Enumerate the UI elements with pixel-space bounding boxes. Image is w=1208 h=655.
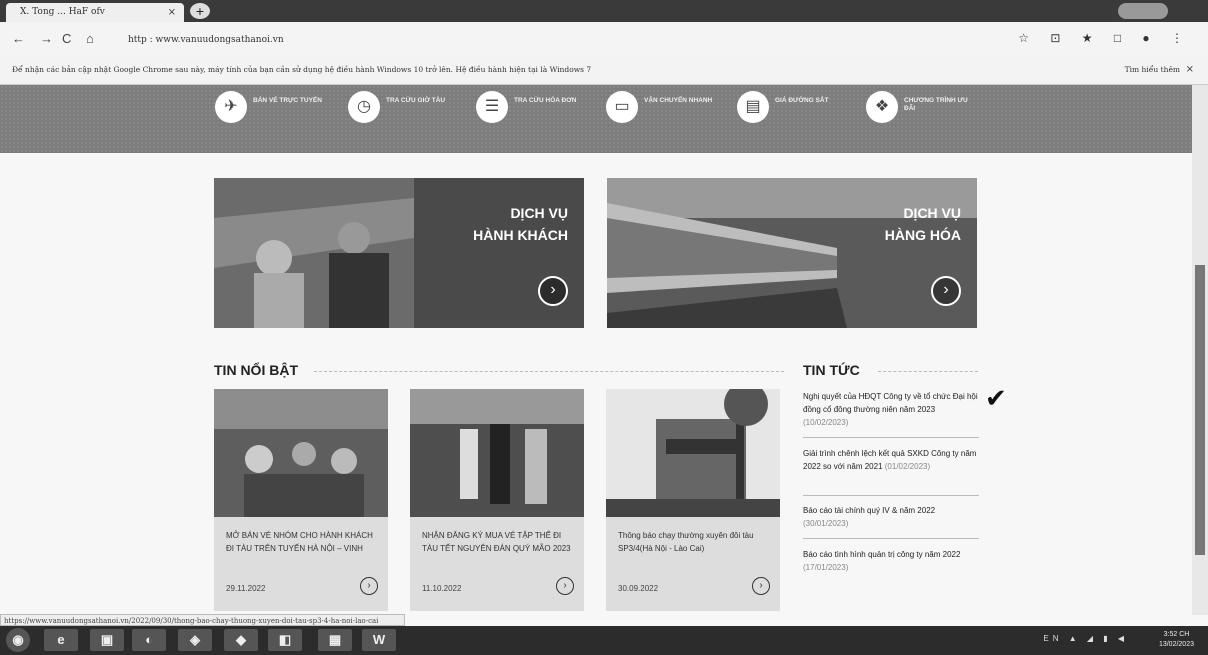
system-tray[interactable]: EN ▲ ◢ ▮ ◀ <box>1043 634 1128 643</box>
update-infobar: Để nhận các bản cập nhật Google Chrome s… <box>0 56 1208 85</box>
news-divider <box>803 437 979 438</box>
internet-explorer-icon[interactable]: e <box>44 629 78 651</box>
new-tab-button[interactable]: + <box>190 3 210 19</box>
news-section-title: TIN TỨC <box>803 362 860 378</box>
section-divider <box>878 371 978 373</box>
ticket-icon: ✈ <box>215 91 247 123</box>
tab-title: X. Tong ... HaF ofv <box>20 7 105 17</box>
hero-line1: DỊCH VỤ <box>510 205 568 221</box>
news-divider <box>803 495 979 496</box>
arrow-right-icon[interactable]: › <box>931 276 961 306</box>
featured-card-title[interactable]: NHẬN ĐĂNG KÝ MUA VÉ TẬP THỂ ĐI TÀU TẾT N… <box>422 529 572 555</box>
featured-card-date: 30.09.2022 <box>618 584 659 593</box>
word-icon[interactable]: W <box>362 629 396 651</box>
checkmark-annotation: ✔ <box>985 383 1007 413</box>
featured-card[interactable]: NHẬN ĐĂNG KÝ MUA VÉ TẬP THỂ ĐI TÀU TẾT N… <box>410 389 584 611</box>
hero-title: DỊCH VỤ HÀNG HÓA <box>885 202 961 246</box>
news-item-date: (01/02/2023) <box>884 462 931 471</box>
link-status-bar: https://www.vanuudongsathanoi.vn/2022/09… <box>0 614 405 626</box>
start-button-icon[interactable]: ◉ <box>6 628 30 652</box>
featured-card-date: 29.11.2022 <box>226 584 266 593</box>
app-icon[interactable]: ▦ <box>318 629 352 651</box>
service-menu: ✈ BÁN VÉ TRỰC TUYẾN ◷ TRA CỨU GIỜ TÀU ☰ … <box>0 85 1208 153</box>
page-scrollbar[interactable] <box>1192 85 1208 615</box>
browser-tab-bar: X. Tong ... HaF ofv × + <box>0 0 1208 22</box>
passenger-photo <box>214 178 584 328</box>
news-item-date: (17/01/2023) <box>803 563 849 572</box>
service-label: TRA CỨU GIỜ TÀU <box>386 97 446 104</box>
browser-tab[interactable]: X. Tong ... HaF ofv × <box>6 3 184 22</box>
chrome-icon[interactable]: ◧ <box>268 629 302 651</box>
service-label: VẬN CHUYỂN NHANH <box>644 97 713 104</box>
featured-card-title[interactable]: Thông báo chạy thường xuyên đôi tàu SP3/… <box>618 529 768 555</box>
hero-line1: DỊCH VỤ <box>903 205 961 221</box>
forward-icon[interactable]: → <box>40 31 53 46</box>
news-item[interactable]: Giải trình chênh lệch kết quả SXKD Công … <box>803 447 979 473</box>
app-icon[interactable]: ◆ <box>224 629 258 651</box>
news-item-date: (30/01/2023) <box>803 519 849 528</box>
featured-card-image <box>410 389 584 517</box>
arrow-right-icon[interactable]: › <box>556 577 574 595</box>
clock-icon: ◷ <box>348 91 380 123</box>
invoice-icon: ☰ <box>476 91 508 123</box>
windows-taskbar: ◉ e ▣ ◐ ◈ ◆ ◧ ▦ W EN ▲ ◢ ▮ ◀ 3:52 CH 13/… <box>0 626 1208 655</box>
hero-passenger-service[interactable]: DỊCH VỤ HÀNH KHÁCH › <box>214 178 584 328</box>
hero-line2: HÀNG HÓA <box>884 227 961 243</box>
featured-card-title[interactable]: MỞ BÁN VÉ NHÓM CHO HÀNH KHÁCH ĐI TÀU TRÊ… <box>226 529 376 555</box>
hero-line2: HÀNH KHÁCH <box>473 227 568 243</box>
news-item-date: (10/02/2023) <box>803 418 849 427</box>
featured-card[interactable]: MỞ BÁN VÉ NHÓM CHO HÀNH KHÁCH ĐI TÀU TRÊ… <box>214 389 388 611</box>
news-item[interactable]: Nghị quyết của HĐQT Công ty về tổ chức Đ… <box>803 390 979 429</box>
featured-card-image <box>606 389 780 517</box>
taskbar-clock[interactable]: 3:52 CH 13/02/2023 <box>1159 630 1194 650</box>
toolbar-icons[interactable]: ☆ ⊡ ★ □ ● ⋮ <box>1018 31 1192 45</box>
gift-icon: ❖ <box>866 91 898 123</box>
arrow-right-icon[interactable]: › <box>360 577 378 595</box>
hero-cargo-service[interactable]: DỊCH VỤ HÀNG HÓA › <box>607 178 977 328</box>
service-label: BÁN VÉ TRỰC TUYẾN <box>253 97 322 104</box>
news-item-text[interactable]: Nghị quyết của HĐQT Công ty về tổ chức Đ… <box>803 392 978 414</box>
featured-card-date: 11.10.2022 <box>422 584 462 593</box>
home-icon[interactable]: ⌂ <box>86 31 94 46</box>
truck-icon: ▭ <box>606 91 638 123</box>
clock-time: 3:52 CH <box>1163 631 1190 638</box>
infobar-message: Để nhận các bản cập nhật Google Chrome s… <box>12 65 592 74</box>
address-bar-row: ← → C ⌂ http : www.vanuudongsathanoi.vn … <box>0 22 1208 56</box>
section-divider <box>314 371 784 373</box>
tab-close-icon[interactable]: × <box>168 3 176 22</box>
url-field[interactable]: http : www.vanuudongsathanoi.vn <box>128 35 284 45</box>
price-icon: ▤ <box>737 91 769 123</box>
hero-title: DỊCH VỤ HÀNH KHÁCH <box>473 202 568 246</box>
news-item-text[interactable]: Báo cáo tài chính quý IV & năm 2022 <box>803 506 935 515</box>
app-icon[interactable]: ◐ <box>132 629 166 651</box>
profile-area[interactable] <box>1118 3 1168 19</box>
app-icon[interactable]: ◈ <box>178 629 212 651</box>
infobar-learn-more-link[interactable]: Tìm hiểu thêm <box>1125 56 1180 84</box>
news-divider <box>803 538 979 539</box>
scrollbar-thumb[interactable] <box>1195 265 1205 555</box>
infobar-close-icon[interactable]: × <box>1186 56 1194 84</box>
back-icon[interactable]: ← <box>12 31 25 46</box>
news-item[interactable]: Báo cáo tình hình quản trị công ty năm 2… <box>803 548 979 574</box>
news-item[interactable]: Báo cáo tài chính quý IV & năm 2022 (30/… <box>803 504 979 530</box>
service-label: CHƯƠNG TRÌNH ƯU ĐÃI <box>904 97 968 112</box>
file-explorer-icon[interactable]: ▣ <box>90 629 124 651</box>
service-label: GIÁ ĐƯỜNG SẮT <box>775 97 829 104</box>
reload-icon[interactable]: C <box>62 31 71 46</box>
clock-date: 13/02/2023 <box>1158 641 1194 648</box>
featured-card-image <box>214 389 388 517</box>
arrow-right-icon[interactable]: › <box>538 276 568 306</box>
featured-section-title: TIN NỔI BẬT <box>214 362 298 378</box>
arrow-right-icon[interactable]: › <box>752 577 770 595</box>
train-photo <box>607 178 977 328</box>
news-item-text[interactable]: Báo cáo tình hình quản trị công ty năm 2… <box>803 550 960 559</box>
service-label: TRA CỨU HÓA ĐƠN <box>514 97 577 104</box>
featured-card[interactable]: Thông báo chạy thường xuyên đôi tàu SP3/… <box>606 389 780 611</box>
